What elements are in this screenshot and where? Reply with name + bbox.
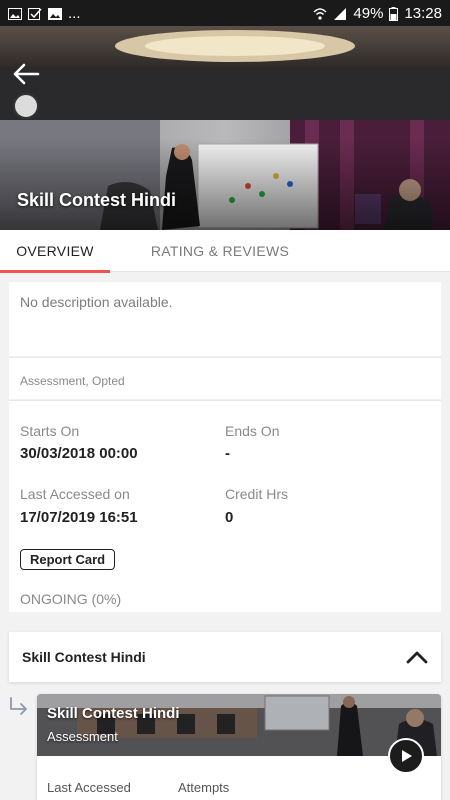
attempts-column-label: Attempts: [178, 780, 230, 795]
content-item-thumbnail: Skill Contest Hindi Assessment: [37, 694, 441, 756]
signal-icon: [333, 7, 347, 20]
ends-on-label: Ends On: [225, 423, 280, 439]
ends-on-value: -: [225, 445, 230, 462]
image-notification-icon: [8, 7, 22, 20]
gallery-notification-icon: [48, 7, 62, 20]
report-card-button[interactable]: Report Card: [20, 549, 116, 570]
play-icon: [402, 750, 412, 762]
course-title: Skill Contest Hindi: [17, 190, 177, 210]
credit-hrs-value: 0: [225, 509, 234, 526]
tab-bar: OVERVIEW RATING & REVIEWS: [0, 230, 450, 273]
wifi-icon: [313, 7, 327, 20]
last-accessed-column-label: Last Accessed: [47, 780, 131, 795]
module-title: Skill Contest Hindi: [22, 649, 146, 665]
chevron-up-icon[interactable]: [406, 650, 428, 664]
subdirectory-arrow-icon: [10, 697, 27, 715]
status-bar: ... 49% 13:28: [0, 0, 450, 26]
battery-icon: [389, 7, 399, 21]
starts-on-value: 30/03/2018 00:00: [20, 445, 138, 462]
starts-on-label: Starts On: [20, 423, 80, 439]
meta-card: Assessment, Opted: [9, 357, 441, 399]
progress-status: ONGOING (0%): [20, 591, 122, 607]
description-card: No description available.: [9, 282, 441, 356]
battery-percentage: 49%: [353, 4, 384, 22]
play-button[interactable]: [388, 738, 424, 774]
notes-notification-icon: [28, 7, 42, 20]
last-accessed-label: Last Accessed on: [20, 486, 130, 502]
content-item-title: Skill Contest Hindi: [47, 705, 180, 722]
module-header[interactable]: Skill Contest Hindi: [9, 632, 441, 682]
content-item-type: Assessment: [47, 729, 118, 744]
description-text: No description available.: [20, 294, 173, 310]
last-accessed-value: 17/07/2019 16:51: [20, 509, 138, 526]
clock: 13:28: [404, 4, 442, 22]
status-overflow: ...: [68, 4, 81, 22]
course-hero-image: Skill Contest Hindi: [0, 26, 450, 230]
back-arrow-icon: [13, 63, 40, 85]
tab-rating-reviews[interactable]: RATING & REVIEWS: [110, 230, 320, 272]
credit-hrs-label: Credit Hrs: [225, 486, 289, 502]
tab-overview[interactable]: OVERVIEW: [0, 230, 110, 273]
course-meta-tags: Assessment, Opted: [20, 374, 125, 388]
back-button[interactable]: [10, 60, 42, 88]
content-item-card[interactable]: Skill Contest Hindi Assessment Last Acce…: [37, 694, 441, 800]
course-info-card: Starts On 30/03/2018 00:00 Ends On - Las…: [9, 400, 441, 612]
